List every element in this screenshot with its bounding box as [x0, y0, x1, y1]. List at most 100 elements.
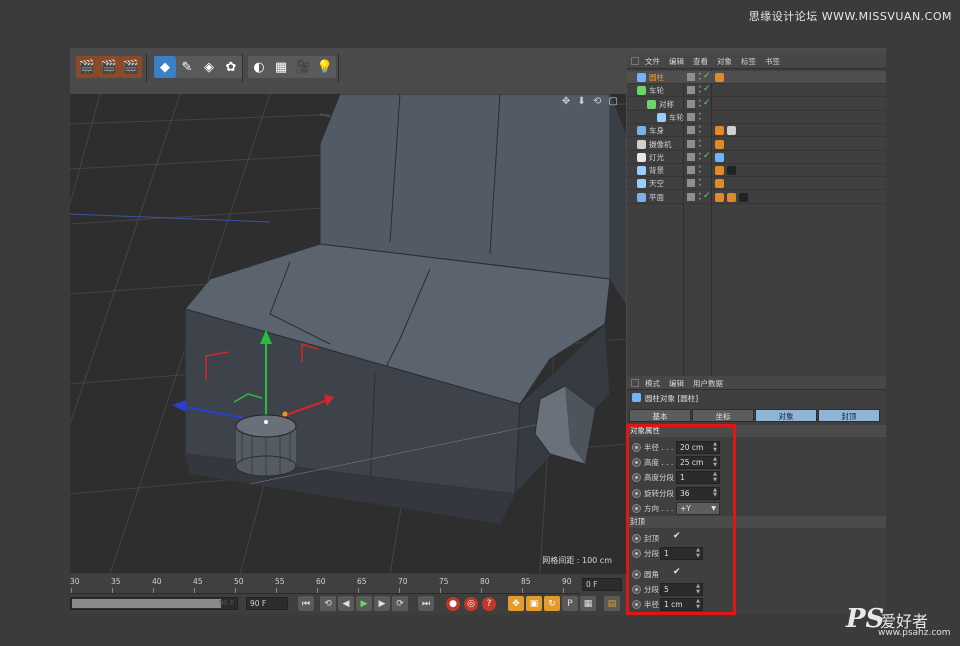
visibility-dots[interactable]: • •	[698, 151, 702, 162]
autokey-button[interactable]: ◎	[464, 597, 478, 611]
object-tag-icon[interactable]	[715, 126, 724, 136]
record-keys-button[interactable]: ●	[446, 597, 460, 611]
object-tag-icon[interactable]	[715, 166, 724, 176]
animate-radio-icon[interactable]	[632, 443, 641, 452]
end-frame-field[interactable]: 90 F	[246, 597, 288, 610]
object-tag-icon[interactable]	[715, 139, 724, 149]
menu-item[interactable]: 标签	[741, 56, 756, 67]
property-number-field[interactable]: 25 cm ▲ ▼	[676, 456, 720, 470]
menu-item[interactable]: 编辑	[669, 378, 684, 389]
prev-keyframe-button[interactable]: ⟲	[320, 596, 336, 611]
object-row[interactable]: 对称 • • ✓	[627, 98, 886, 111]
object-tag-icon[interactable]	[715, 192, 724, 202]
visibility-dots[interactable]: • •	[698, 98, 702, 109]
viewport-navigation-icons[interactable]: ✥ ⬇ ⟲ ▢	[562, 96, 620, 107]
visibility-dots[interactable]: • •	[698, 111, 702, 122]
spline-pen-icon[interactable]: ✎	[176, 56, 198, 78]
layer-flag-icon[interactable]	[687, 192, 695, 201]
next-keyframe-button[interactable]: ⟳	[392, 596, 408, 611]
panel-grip-icon[interactable]	[631, 57, 639, 65]
deformer-icon[interactable]: ◐	[248, 56, 270, 78]
nurbs-icon[interactable]: ◈	[198, 56, 220, 78]
animate-radio-icon[interactable]	[632, 585, 641, 595]
visibility-dots[interactable]: • •	[698, 138, 702, 149]
object-tag-icon[interactable]	[715, 152, 724, 162]
frame-range-slider[interactable]: 90 F	[70, 597, 238, 610]
edit-render-settings-icon[interactable]: 🎬	[120, 56, 142, 78]
next-frame-button[interactable]: ▶	[374, 596, 390, 611]
direction-dropdown[interactable]: +Y ▼	[676, 501, 720, 515]
enabled-check-icon[interactable]: ✓	[703, 71, 711, 81]
property-number-field[interactable]: 1 cm ▲ ▼	[660, 598, 703, 612]
current-frame-field[interactable]: 0 F	[582, 578, 622, 591]
object-row[interactable]: 摄像机 • •	[627, 138, 886, 151]
object-tag-icon[interactable]	[715, 179, 724, 189]
play-button[interactable]: ▶	[356, 596, 372, 611]
property-number-field[interactable]: 1 ▲ ▼	[660, 547, 703, 561]
timeline-ruler[interactable]: 30 35 40 45 50 55 60 65 70 75 80 85 90	[70, 574, 580, 594]
floor-icon[interactable]: ▦	[270, 56, 292, 78]
spinner-arrows-icon[interactable]: ▲ ▼	[713, 456, 717, 468]
visibility-dots[interactable]: • •	[698, 165, 702, 176]
tab-0[interactable]: 基本	[629, 409, 691, 422]
property-number-field[interactable]: 1 ▲ ▼	[676, 471, 720, 485]
object-row[interactable]: 平面 • • ✓	[627, 191, 886, 204]
spinner-arrows-icon[interactable]: ▲ ▼	[713, 441, 717, 453]
menu-item[interactable]: 查看	[693, 56, 708, 67]
animate-radio-icon[interactable]	[632, 503, 641, 513]
property-number-field[interactable]: 36 ▲ ▼	[676, 486, 720, 500]
object-tag-icon[interactable]	[727, 126, 736, 136]
enabled-check-icon[interactable]: ✓	[703, 84, 711, 94]
property-checkbox[interactable]: ✔	[673, 567, 681, 577]
animate-radio-icon[interactable]	[632, 549, 641, 559]
object-row[interactable]: 车轮 • •	[627, 111, 886, 124]
layer-flag-icon[interactable]	[687, 179, 695, 188]
enabled-check-icon[interactable]: ✓	[703, 98, 711, 108]
key-position-button[interactable]: ✥	[508, 596, 524, 611]
light-icon[interactable]: 💡	[314, 56, 336, 78]
key-pla-button[interactable]: ▦	[580, 596, 596, 611]
goto-end-button[interactable]: ⏭	[418, 596, 434, 611]
tab-1[interactable]: 坐标	[692, 409, 754, 422]
visibility-dots[interactable]: • •	[698, 85, 702, 96]
layer-flag-icon[interactable]	[687, 139, 695, 148]
key-scale-button[interactable]: ▣	[526, 596, 542, 611]
keyframe-selection-button[interactable]: ?	[482, 597, 496, 611]
spinner-arrows-icon[interactable]: ▲ ▼	[696, 547, 700, 559]
spinner-arrows-icon[interactable]: ▲ ▼	[713, 472, 717, 483]
layer-flag-icon[interactable]	[687, 126, 695, 135]
render-picture-viewer-icon[interactable]: 🎬	[98, 56, 120, 78]
goto-start-button[interactable]: ⏮	[298, 596, 314, 611]
visibility-dots[interactable]: • •	[698, 178, 702, 189]
enabled-check-icon[interactable]: ✓	[703, 191, 711, 201]
cube-icon[interactable]: ◆	[154, 56, 176, 78]
layer-flag-icon[interactable]	[687, 73, 695, 81]
enabled-check-icon[interactable]: ✓	[703, 151, 711, 161]
timeline-window-button[interactable]: ▤	[604, 596, 620, 611]
menu-item[interactable]: 对象	[717, 56, 732, 67]
animate-radio-icon[interactable]	[632, 488, 641, 498]
object-row[interactable]: 灯光 • • ✓	[627, 151, 886, 164]
object-row[interactable]: 背景 • •	[627, 164, 886, 178]
tab-3[interactable]: 封顶	[818, 409, 880, 422]
layer-flag-icon[interactable]	[687, 99, 695, 108]
object-tag-icon[interactable]	[727, 192, 736, 202]
object-row[interactable]: 圆柱 • • ✓	[627, 71, 886, 84]
property-checkbox[interactable]: ✔	[673, 531, 681, 541]
property-number-field[interactable]: 5 ▲ ▼	[660, 583, 703, 597]
animate-radio-icon[interactable]	[632, 458, 641, 468]
camera-icon[interactable]: 🎥	[292, 56, 314, 78]
animate-radio-icon[interactable]	[632, 570, 641, 579]
key-parameter-button[interactable]: P	[562, 596, 578, 611]
layer-flag-icon[interactable]	[687, 112, 695, 121]
spinner-arrows-icon[interactable]: ▲ ▼	[713, 487, 717, 499]
animate-radio-icon[interactable]	[632, 534, 641, 543]
spinner-arrows-icon[interactable]: ▲ ▼	[696, 599, 700, 610]
menu-item[interactable]: 用户数据	[693, 378, 723, 389]
menu-item[interactable]: 书签	[765, 56, 780, 67]
array-icon[interactable]: ✿	[220, 56, 242, 78]
object-row[interactable]: 天空 • •	[627, 177, 886, 191]
spinner-arrows-icon[interactable]: ▲ ▼	[696, 583, 700, 595]
layer-flag-icon[interactable]	[687, 166, 695, 175]
object-row[interactable]: 车身 • •	[627, 124, 886, 138]
